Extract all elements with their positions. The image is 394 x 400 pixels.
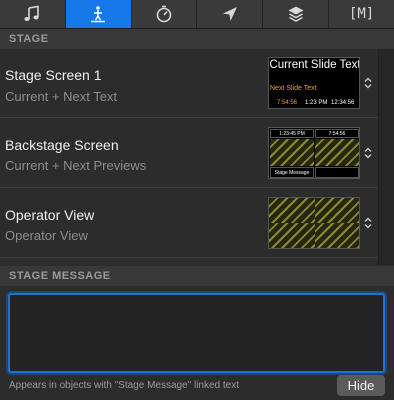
tab-layers[interactable]	[263, 0, 330, 28]
preview-next-slide: Next Slide Text	[270, 85, 317, 92]
preview-next-slide-image	[315, 198, 359, 223]
screen-layout-name: Operator View	[5, 228, 88, 243]
stage-panel: [M] STAGE Stage Screen 1 Current + Next …	[0, 0, 394, 400]
layout-preview-thumbnail: Current Slide Text Next Slide Text 7:54:…	[268, 57, 360, 109]
stage-section-header: STAGE	[0, 29, 394, 49]
preview-countdown: 7:54:56	[277, 100, 298, 106]
stage-message-section-header: STAGE MESSAGE	[0, 266, 394, 286]
inspector-tab-bar: [M]	[0, 0, 394, 29]
screen-title: Operator View	[5, 207, 95, 223]
stage-icon	[91, 6, 106, 23]
layout-preview-thumbnail	[268, 197, 360, 249]
screen-title: Backstage Screen	[5, 137, 119, 153]
preview-slide-image	[269, 223, 315, 248]
layout-stepper[interactable]	[363, 146, 373, 160]
preview-current-slide-image	[269, 198, 315, 223]
preview-elapsed: 12:34:56	[331, 100, 355, 106]
preview-current-slide-image	[270, 139, 314, 166]
screen-row-backstage-screen[interactable]: Backstage Screen Current + Next Previews…	[0, 119, 378, 188]
preview-current-slide: Current Slide Text	[269, 59, 360, 71]
screen-row-operator-view[interactable]: Operator View Operator View	[0, 189, 378, 258]
location-arrow-icon	[222, 7, 237, 21]
screen-list-scrollbar[interactable]	[378, 49, 394, 265]
preview-next-slide-image	[315, 139, 359, 166]
tab-timers[interactable]	[132, 0, 198, 28]
screen-layout-name: Current + Next Previews	[5, 158, 147, 173]
preview-empty-cell	[315, 167, 359, 178]
stage-message-input[interactable]	[10, 295, 383, 371]
layout-stepper[interactable]	[363, 216, 373, 230]
timer-icon	[156, 5, 172, 23]
macro-icon: [M]	[348, 6, 375, 22]
stage-message-field-frame	[8, 293, 385, 373]
stage-screen-list: Stage Screen 1 Current + Next Text Curre…	[0, 49, 378, 265]
preview-slide-image	[315, 223, 359, 248]
chevron-up-down-icon	[364, 77, 372, 89]
chevron-up-down-icon	[364, 217, 372, 229]
screen-title: Stage Screen 1	[5, 67, 102, 83]
hide-message-button[interactable]: Hide	[337, 375, 385, 396]
screen-row-stage-screen-1[interactable]: Stage Screen 1 Current + Next Text Curre…	[0, 49, 378, 118]
preview-stage-message: Stage Message	[270, 167, 314, 178]
preview-clock: 1:23:45 PM	[270, 129, 314, 138]
layers-icon	[288, 6, 304, 22]
tab-location[interactable]	[197, 0, 264, 28]
preview-countdown: 7:54:56	[315, 129, 359, 138]
layout-preview-thumbnail: 1:23:45 PM 7:54:56 Stage Message	[268, 127, 360, 179]
preview-clock: 1:23 PM	[305, 100, 328, 106]
preview-timer-bar: 7:54:56 1:23 PM 12:34:56	[269, 99, 359, 108]
screen-layout-name: Current + Next Text	[5, 89, 118, 104]
stage-message-area: Appears in objects with "Stage Message" …	[0, 286, 394, 400]
music-note-icon	[24, 5, 40, 21]
tab-macros[interactable]: [M]	[329, 0, 394, 28]
tab-audio[interactable]	[0, 0, 66, 28]
tab-stage[interactable]	[65, 0, 132, 28]
layout-stepper[interactable]	[363, 76, 373, 90]
chevron-up-down-icon	[364, 147, 372, 159]
stage-message-hint: Appears in objects with "Stage Message" …	[9, 380, 239, 391]
